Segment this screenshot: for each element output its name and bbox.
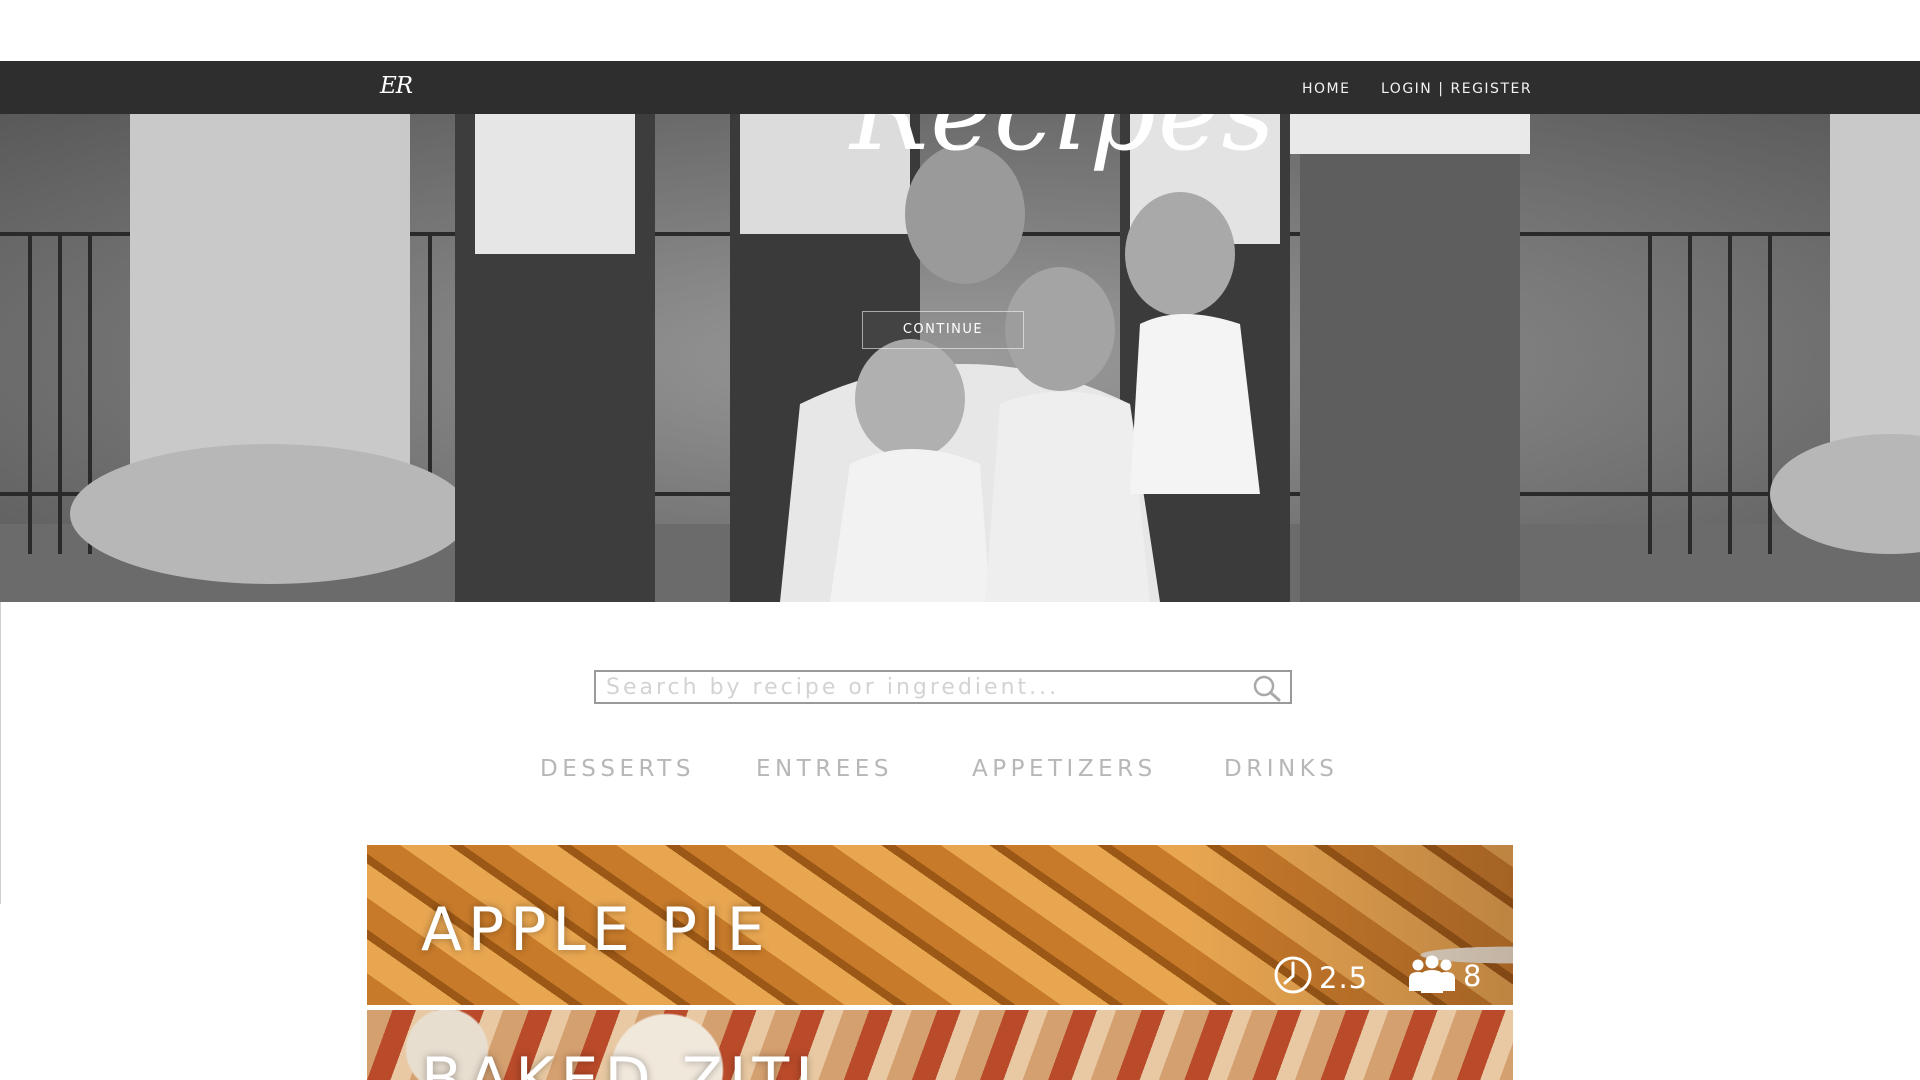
continue-button[interactable]: CONTINUE: [862, 311, 1024, 349]
hero-banner: Recipes CONTINUE: [0, 114, 1920, 602]
search-icon[interactable]: [1252, 674, 1282, 702]
left-divider: [0, 602, 1, 904]
recipe-time-value: 2.5: [1319, 961, 1369, 995]
people-icon: [1409, 955, 1455, 993]
category-drinks[interactable]: DRINKS: [1224, 756, 1338, 782]
search-input[interactable]: [606, 675, 1226, 699]
nav-register-link[interactable]: REGISTER: [1451, 81, 1533, 97]
search-bar: [594, 670, 1292, 704]
top-navbar: ER HOME LOGIN | REGISTER: [0, 61, 1920, 114]
recipe-time: 2.5: [1273, 955, 1368, 995]
recipe-card-baked-ziti[interactable]: BAKED ZITI: [367, 1010, 1513, 1080]
category-entrees[interactable]: ENTREES: [756, 756, 893, 782]
nav-auth-links: LOGIN | REGISTER: [1381, 81, 1532, 97]
site-logo[interactable]: ER: [380, 73, 413, 99]
nav-home-link[interactable]: HOME: [1302, 81, 1350, 97]
recipe-title: APPLE PIE: [421, 895, 771, 965]
recipe-servings: 8: [1407, 955, 1482, 993]
nav-login-link[interactable]: LOGIN: [1381, 81, 1432, 97]
hero-photo: [0, 114, 1920, 602]
hero-title: Recipes: [850, 114, 1277, 174]
nav-separator: |: [1438, 81, 1445, 97]
category-desserts[interactable]: DESSERTS: [540, 756, 695, 782]
recipe-servings-value: 8: [1463, 959, 1483, 993]
recipe-title: BAKED ZITI: [421, 1045, 819, 1080]
clock-icon: [1274, 956, 1312, 994]
recipe-card-apple-pie[interactable]: APPLE PIE 2.5 8: [367, 845, 1513, 1005]
category-appetizers[interactable]: APPETIZERS: [972, 756, 1157, 782]
